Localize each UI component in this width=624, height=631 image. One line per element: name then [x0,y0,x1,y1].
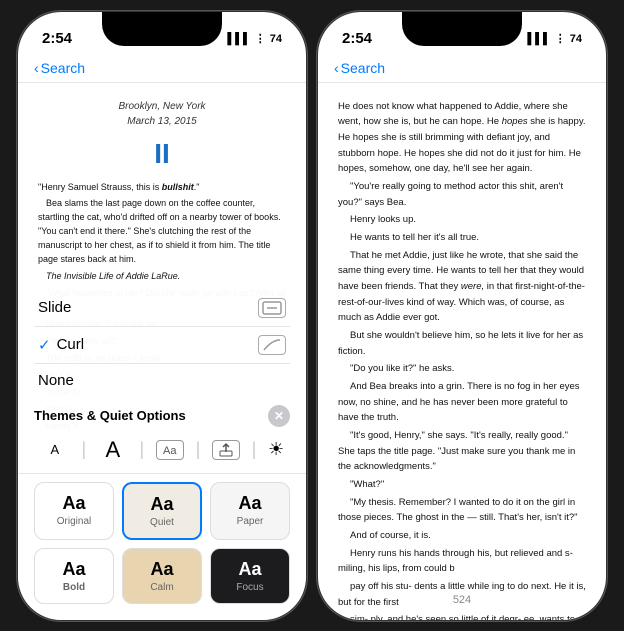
share-icon[interactable] [212,440,240,460]
book-para-1: "Henry Samuel Strauss, this is bullshit.… [38,181,286,195]
svg-text:Aa: Aa [163,445,177,457]
battery-icon: 74 [270,33,282,45]
signal-icon-right: ▌▌▌ [527,33,550,45]
read-para-12: And of course, it is. [338,528,586,544]
notch [102,12,222,46]
left-phone: 2:54 ▌▌▌ ⋮ 74 ‹ Search Brooklyn, New Y [17,11,307,621]
curl-icon [258,335,286,355]
battery-icon-right: 74 [570,33,582,45]
font-sep-2: | [140,439,145,460]
themes-title: Themes & [34,408,100,423]
theme-paper-label: Paper [237,516,264,527]
status-icons-left: ▌▌▌ ⋮ 74 [227,32,282,45]
theme-calm-label: Calm [150,582,173,593]
theme-grid: Aa Original Aa Quiet Aa Paper Aa Bold [18,474,306,610]
theme-focus[interactable]: Aa Focus [210,548,290,604]
option-slide-label: Slide [38,299,71,316]
font-decrease-button[interactable]: A [40,435,70,465]
quiet-options-label: Quiet Options [100,408,186,423]
theme-quiet-label: Quiet [150,517,174,528]
font-icon[interactable]: Aa [156,440,184,460]
font-sep-4: | [252,439,257,460]
read-para-6: But she wouldn't believe him, so he lets… [338,328,586,359]
time-left: 2:54 [42,30,72,47]
option-slide[interactable]: Slide [34,290,290,327]
theme-calm[interactable]: Aa Calm [122,548,202,604]
font-sep-3: | [196,439,201,460]
close-button[interactable]: ✕ [268,405,290,427]
reading-content: He does not know what happened to Addie,… [318,83,606,620]
option-none[interactable]: None [34,364,290,397]
theme-focus-aa: Aa [238,559,261,580]
status-icons-right: ▌▌▌ ⋮ 74 [527,32,582,45]
theme-quiet-aa: Aa [150,494,173,515]
back-label-left: Search [41,60,85,76]
chevron-left-icon: ‹ [34,60,39,76]
wifi-icon-right: ⋮ [555,32,566,45]
read-para-9: "It's good, Henry," she says. "It's real… [338,428,586,475]
read-para-5: That he met Addie, just like he wrote, t… [338,248,586,326]
back-button-left[interactable]: ‹ Search [34,60,85,76]
time-right: 2:54 [342,30,372,47]
read-para-2: "You're really going to method actor thi… [338,179,586,210]
nav-bar-left: ‹ Search [18,56,306,83]
theme-original-label: Original [57,516,91,527]
signal-icon: ▌▌▌ [227,33,250,45]
theme-original-aa: Aa [62,493,85,514]
slide-icon [258,298,286,318]
font-controls: A | A | Aa | | ☀ [18,429,306,474]
chevron-left-icon-right: ‹ [334,60,339,76]
themes-header: Themes & Quiet Options ✕ [18,401,306,429]
read-para-7: "Do you like it?" he asks. [338,361,586,377]
book-location: Brooklyn, New YorkMarch 13, 2015 [38,99,286,129]
read-para-15: sim- ply, and he's seen so little of it … [338,612,586,619]
back-button-right[interactable]: ‹ Search [334,60,385,76]
theme-paper-aa: Aa [238,493,261,514]
book-para-2: Bea slams the last page down on the coff… [38,197,286,267]
wifi-icon: ⋮ [255,32,266,45]
overlay-panel: Slide ✓ Curl None [18,284,306,620]
theme-original[interactable]: Aa Original [34,482,114,540]
option-curl-label: Curl [57,336,85,353]
theme-quiet[interactable]: Aa Quiet [122,482,202,540]
theme-focus-label: Focus [236,582,263,593]
theme-bold-label: Bold [63,582,85,593]
read-para-10: "What?" [338,477,586,493]
book-para-3: The Invisible Life of Addie LaRue. [38,270,286,284]
read-para-3: Henry looks up. [338,212,586,228]
option-none-label: None [38,372,74,389]
font-sep-1: | [82,439,87,460]
read-para-11: "My thesis. Remember? I wanted to do it … [338,495,586,526]
notch-right [402,12,522,46]
slide-options: Slide ✓ Curl None [18,284,306,401]
right-phone: 2:54 ▌▌▌ ⋮ 74 ‹ Search He does not kno [317,11,607,621]
back-label-right: Search [341,60,385,76]
option-curl[interactable]: ✓ Curl [34,327,290,364]
page-number: 524 [318,594,606,606]
phones-container: 2:54 ▌▌▌ ⋮ 74 ‹ Search Brooklyn, New Y [17,11,607,621]
chapter-number: II [38,133,286,175]
read-para-8: And Bea breaks into a grin. There is no … [338,379,586,426]
read-para-1: He does not know what happened to Addie,… [338,99,586,177]
theme-calm-aa: Aa [150,559,173,580]
read-para-13: Henry runs his h­ands through his, but r… [338,546,586,577]
brightness-icon[interactable]: ☀ [268,439,284,460]
font-increase-button[interactable]: A [98,435,128,465]
nav-bar-right: ‹ Search [318,56,606,83]
read-para-4: He wants to tell her it's all true. [338,230,586,246]
theme-bold[interactable]: Aa Bold [34,548,114,604]
theme-paper[interactable]: Aa Paper [210,482,290,540]
theme-bold-aa: Aa [62,559,85,580]
